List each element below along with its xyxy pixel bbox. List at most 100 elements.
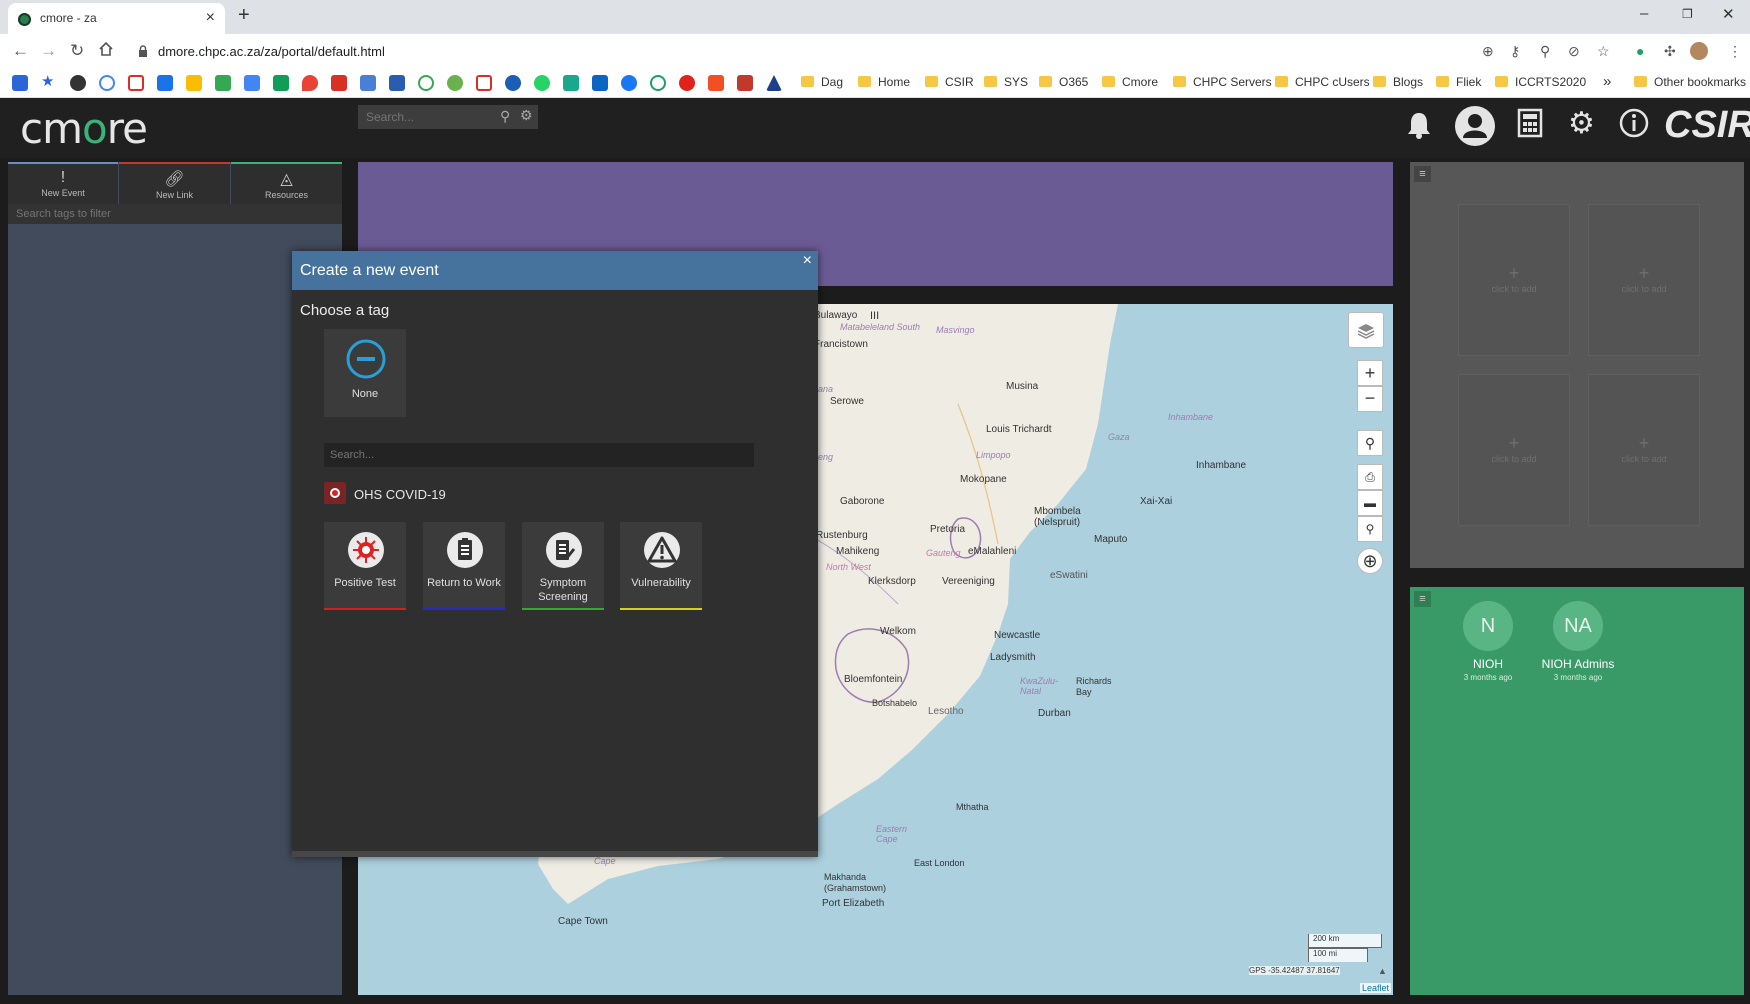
resources-button[interactable]: ◬ Resources: [231, 162, 342, 204]
gears-icon[interactable]: ⚙: [1568, 106, 1595, 141]
user-icon[interactable]: [1455, 106, 1495, 146]
bookmark-folder[interactable]: ICCRTS2020: [1495, 75, 1586, 93]
pin-icon[interactable]: ⚲: [1357, 516, 1383, 542]
researchgate-icon[interactable]: [563, 75, 579, 91]
office-icon[interactable]: [708, 75, 724, 91]
translate-icon[interactable]: [360, 75, 376, 91]
red-app-icon[interactable]: [737, 75, 753, 91]
linkedin-icon[interactable]: [592, 75, 608, 91]
more-bookmarks-icon[interactable]: »: [1603, 73, 1611, 90]
bookmark-folder[interactable]: Fliek: [1436, 75, 1481, 93]
profile-avatar[interactable]: [1690, 42, 1708, 60]
locate-icon[interactable]: ⊕: [1357, 548, 1383, 574]
search-settings-icon[interactable]: ⚙: [520, 107, 533, 124]
back-icon[interactable]: ←: [12, 41, 29, 61]
close-icon[interactable]: ×: [803, 252, 812, 270]
drive-icon[interactable]: [215, 75, 231, 91]
widget-slot[interactable]: + click to add: [1458, 204, 1570, 356]
other-bookmarks-folder[interactable]: Other bookmarks: [1634, 75, 1746, 93]
home-icon[interactable]: [98, 41, 114, 62]
leaflet-attribution[interactable]: Leaflet: [1359, 983, 1391, 993]
hamburger-menu-icon[interactable]: ≡: [1414, 591, 1431, 607]
widget-slot[interactable]: + click to add: [1588, 204, 1700, 356]
star-bookmark-icon[interactable]: ★: [41, 72, 57, 90]
tag-none[interactable]: None: [324, 329, 406, 417]
zoom-in-button[interactable]: +: [1357, 360, 1383, 386]
url-field[interactable]: dmore.chpc.ac.za/za/portal/default.html: [158, 44, 385, 59]
tag-search-input[interactable]: [324, 443, 754, 467]
triangle-app-icon[interactable]: [766, 75, 782, 91]
zoom-icon[interactable]: ⚲: [1540, 43, 1550, 60]
map-region-label: Inhambane: [1168, 412, 1214, 422]
layers-icon[interactable]: [1348, 312, 1384, 348]
opera-icon[interactable]: [679, 75, 695, 91]
maps-icon[interactable]: [302, 75, 318, 91]
green-app-icon[interactable]: [447, 75, 463, 91]
bookmark-folder[interactable]: CSIR: [925, 75, 974, 93]
gmail-icon[interactable]: [128, 75, 144, 91]
menu-icon[interactable]: ⋮: [1728, 43, 1742, 60]
new-event-button[interactable]: ! New Event: [8, 162, 118, 204]
chat-icon[interactable]: [650, 75, 666, 91]
google-icon[interactable]: [99, 75, 115, 91]
star-icon[interactable]: ☆: [1597, 43, 1610, 60]
info-icon[interactable]: [1619, 108, 1649, 138]
tag-symptom-screening[interactable]: Symptom Screening: [522, 522, 604, 610]
zoom-out-button[interactable]: −: [1357, 386, 1383, 412]
map-search-icon[interactable]: ⚲: [1357, 430, 1383, 456]
widget-slot[interactable]: + click to add: [1588, 374, 1700, 526]
maps-pin-icon[interactable]: [331, 75, 347, 91]
hamburger-menu-icon[interactable]: ≡: [1414, 166, 1431, 182]
tag-vulnerability[interactable]: Vulnerability: [620, 522, 702, 610]
puzzle-icon[interactable]: ✣: [1664, 43, 1676, 60]
calculator-icon[interactable]: [1517, 108, 1543, 138]
measure-icon[interactable]: ▬: [1357, 490, 1383, 516]
close-tab-icon[interactable]: ×: [206, 9, 215, 27]
docs-icon[interactable]: [244, 75, 260, 91]
search-icon[interactable]: ⚲: [500, 108, 510, 125]
key-icon[interactable]: ⚷: [1510, 43, 1520, 60]
cmore-logo[interactable]: cmore: [20, 104, 148, 153]
group-card[interactable]: N NIOH 3 months ago: [1443, 601, 1533, 682]
close-window-icon[interactable]: ✕: [1722, 5, 1735, 23]
calendar-icon[interactable]: [157, 75, 173, 91]
bookmark-folder[interactable]: Home: [858, 75, 910, 93]
bookmark-folder[interactable]: Blogs: [1373, 75, 1423, 93]
browser-tab[interactable]: cmore - za ×: [8, 3, 225, 34]
bookmark-folder[interactable]: O365: [1039, 75, 1088, 93]
extension-shield-icon[interactable]: ●: [1636, 43, 1644, 59]
facebook-icon[interactable]: [621, 75, 637, 91]
bookmark-folder[interactable]: CHPC cUsers: [1275, 75, 1370, 93]
bookmark-folder[interactable]: CHPC Servers: [1173, 75, 1272, 93]
github-icon[interactable]: [70, 75, 86, 91]
scholar-icon[interactable]: [389, 75, 405, 91]
gmail-alt-icon[interactable]: [476, 75, 492, 91]
google-alt-icon[interactable]: [418, 75, 434, 91]
restore-icon[interactable]: ❐: [1682, 7, 1693, 21]
bookmark-folder[interactable]: Dag: [801, 75, 843, 93]
global-search-input[interactable]: [358, 105, 538, 129]
bookmark-folder[interactable]: SYS: [984, 75, 1028, 93]
print-icon[interactable]: ⎙: [1357, 464, 1383, 490]
group-card[interactable]: NA NIOH Admins 3 months ago: [1533, 601, 1623, 682]
widget-slot[interactable]: + click to add: [1458, 374, 1570, 526]
settings-bookmark-icon[interactable]: [12, 75, 28, 91]
new-tab-icon[interactable]: +: [238, 4, 250, 27]
blue-app-icon[interactable]: [505, 75, 521, 91]
layer-switch-icon[interactable]: III: [870, 310, 879, 322]
new-link-button[interactable]: 🔗︎ New Link: [119, 162, 230, 204]
reload-icon[interactable]: ↻: [70, 41, 84, 61]
gps-toggle-icon[interactable]: ▲: [1378, 966, 1387, 976]
keep-icon[interactable]: [186, 75, 202, 91]
whatsapp-icon[interactable]: [534, 75, 550, 91]
bookmark-folder[interactable]: Cmore: [1102, 75, 1158, 93]
tracking-icon[interactable]: ⊘: [1568, 43, 1580, 60]
forward-icon[interactable]: →: [40, 41, 57, 61]
bell-icon[interactable]: [1406, 111, 1432, 139]
tag-positive-test[interactable]: Positive Test: [324, 522, 406, 610]
location-icon[interactable]: ⊕: [1482, 43, 1494, 60]
tag-return-to-work[interactable]: Return to Work: [423, 522, 505, 610]
sheets-icon[interactable]: [273, 75, 289, 91]
minimize-icon[interactable]: –: [1640, 5, 1648, 22]
tag-filter-input[interactable]: [8, 204, 342, 224]
